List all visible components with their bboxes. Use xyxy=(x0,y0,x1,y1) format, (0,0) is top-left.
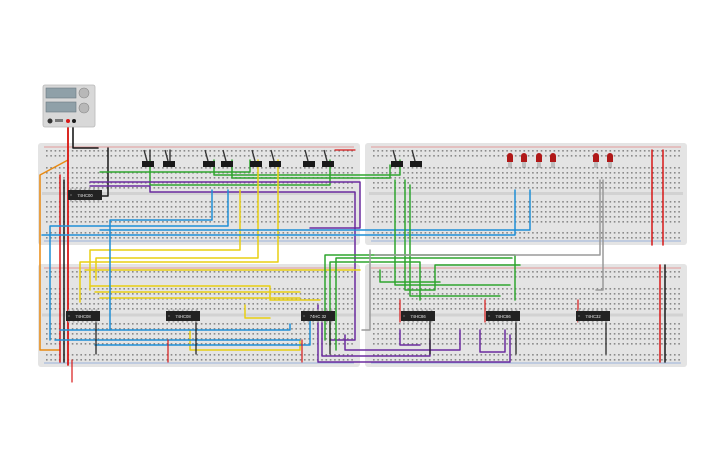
chip-label: 74HC86 xyxy=(410,314,426,319)
chip-label: 74HC00 xyxy=(77,193,93,198)
negative-terminal-icon xyxy=(72,119,76,123)
chip-notch xyxy=(488,315,490,317)
slide-switch xyxy=(142,161,154,167)
ic-chip: 74HC08 xyxy=(166,309,200,323)
ic-chip: 74HC08 xyxy=(66,309,100,323)
circuit-diagram-canvas: 74HC00 74HC08 74HC08 74HC 32 74HC86 74HC86 74H… xyxy=(0,0,725,453)
center-channel xyxy=(369,192,683,195)
slide-switch xyxy=(163,161,175,167)
slide-switch xyxy=(221,161,233,167)
led-icon xyxy=(550,153,556,162)
slide-switch xyxy=(250,161,262,167)
ic-chip: 74HC00 xyxy=(68,188,102,202)
chip-notch xyxy=(303,315,305,317)
chip-notch xyxy=(68,315,70,317)
current-knob-icon xyxy=(78,102,90,114)
chip-label: 74HC08 xyxy=(175,314,191,319)
chip-label: 74HC08 xyxy=(75,314,91,319)
slide-switch xyxy=(303,161,315,167)
led-icon xyxy=(607,153,613,162)
chip-label: 74HC86 xyxy=(495,314,511,319)
led-icon xyxy=(507,153,513,162)
led-icon xyxy=(593,153,599,162)
ic-chip: 74HC86 xyxy=(486,309,520,323)
ic-chip: 74HC32 xyxy=(576,309,610,323)
chip-notch xyxy=(168,315,170,317)
power-button-icon xyxy=(47,118,53,124)
voltage-display xyxy=(45,87,77,99)
slide-switch xyxy=(391,161,403,167)
slide-switch xyxy=(410,161,422,167)
led-icon xyxy=(521,153,527,162)
positive-terminal-icon xyxy=(66,119,70,123)
breadboard-circuit: 74HC00 74HC08 74HC08 74HC 32 74HC86 74HC86 74H… xyxy=(38,84,687,383)
led-icon xyxy=(536,153,542,162)
slide-switch xyxy=(203,161,215,167)
chip-label: 74HC32 xyxy=(585,314,601,319)
slide-switch xyxy=(322,161,334,167)
chip-notch xyxy=(578,315,580,317)
chip-label: 74HC 32 xyxy=(310,314,327,319)
label-plate xyxy=(55,119,63,122)
chip-notch xyxy=(403,315,405,317)
ic-chip: 74HC 32 xyxy=(301,309,335,323)
ic-chip: 74HC86 xyxy=(401,309,435,323)
current-display xyxy=(45,101,77,113)
chip-notch xyxy=(70,194,72,196)
slide-switch xyxy=(269,161,281,167)
voltage-knob-icon xyxy=(78,87,90,99)
bench-power-supply xyxy=(42,84,96,128)
